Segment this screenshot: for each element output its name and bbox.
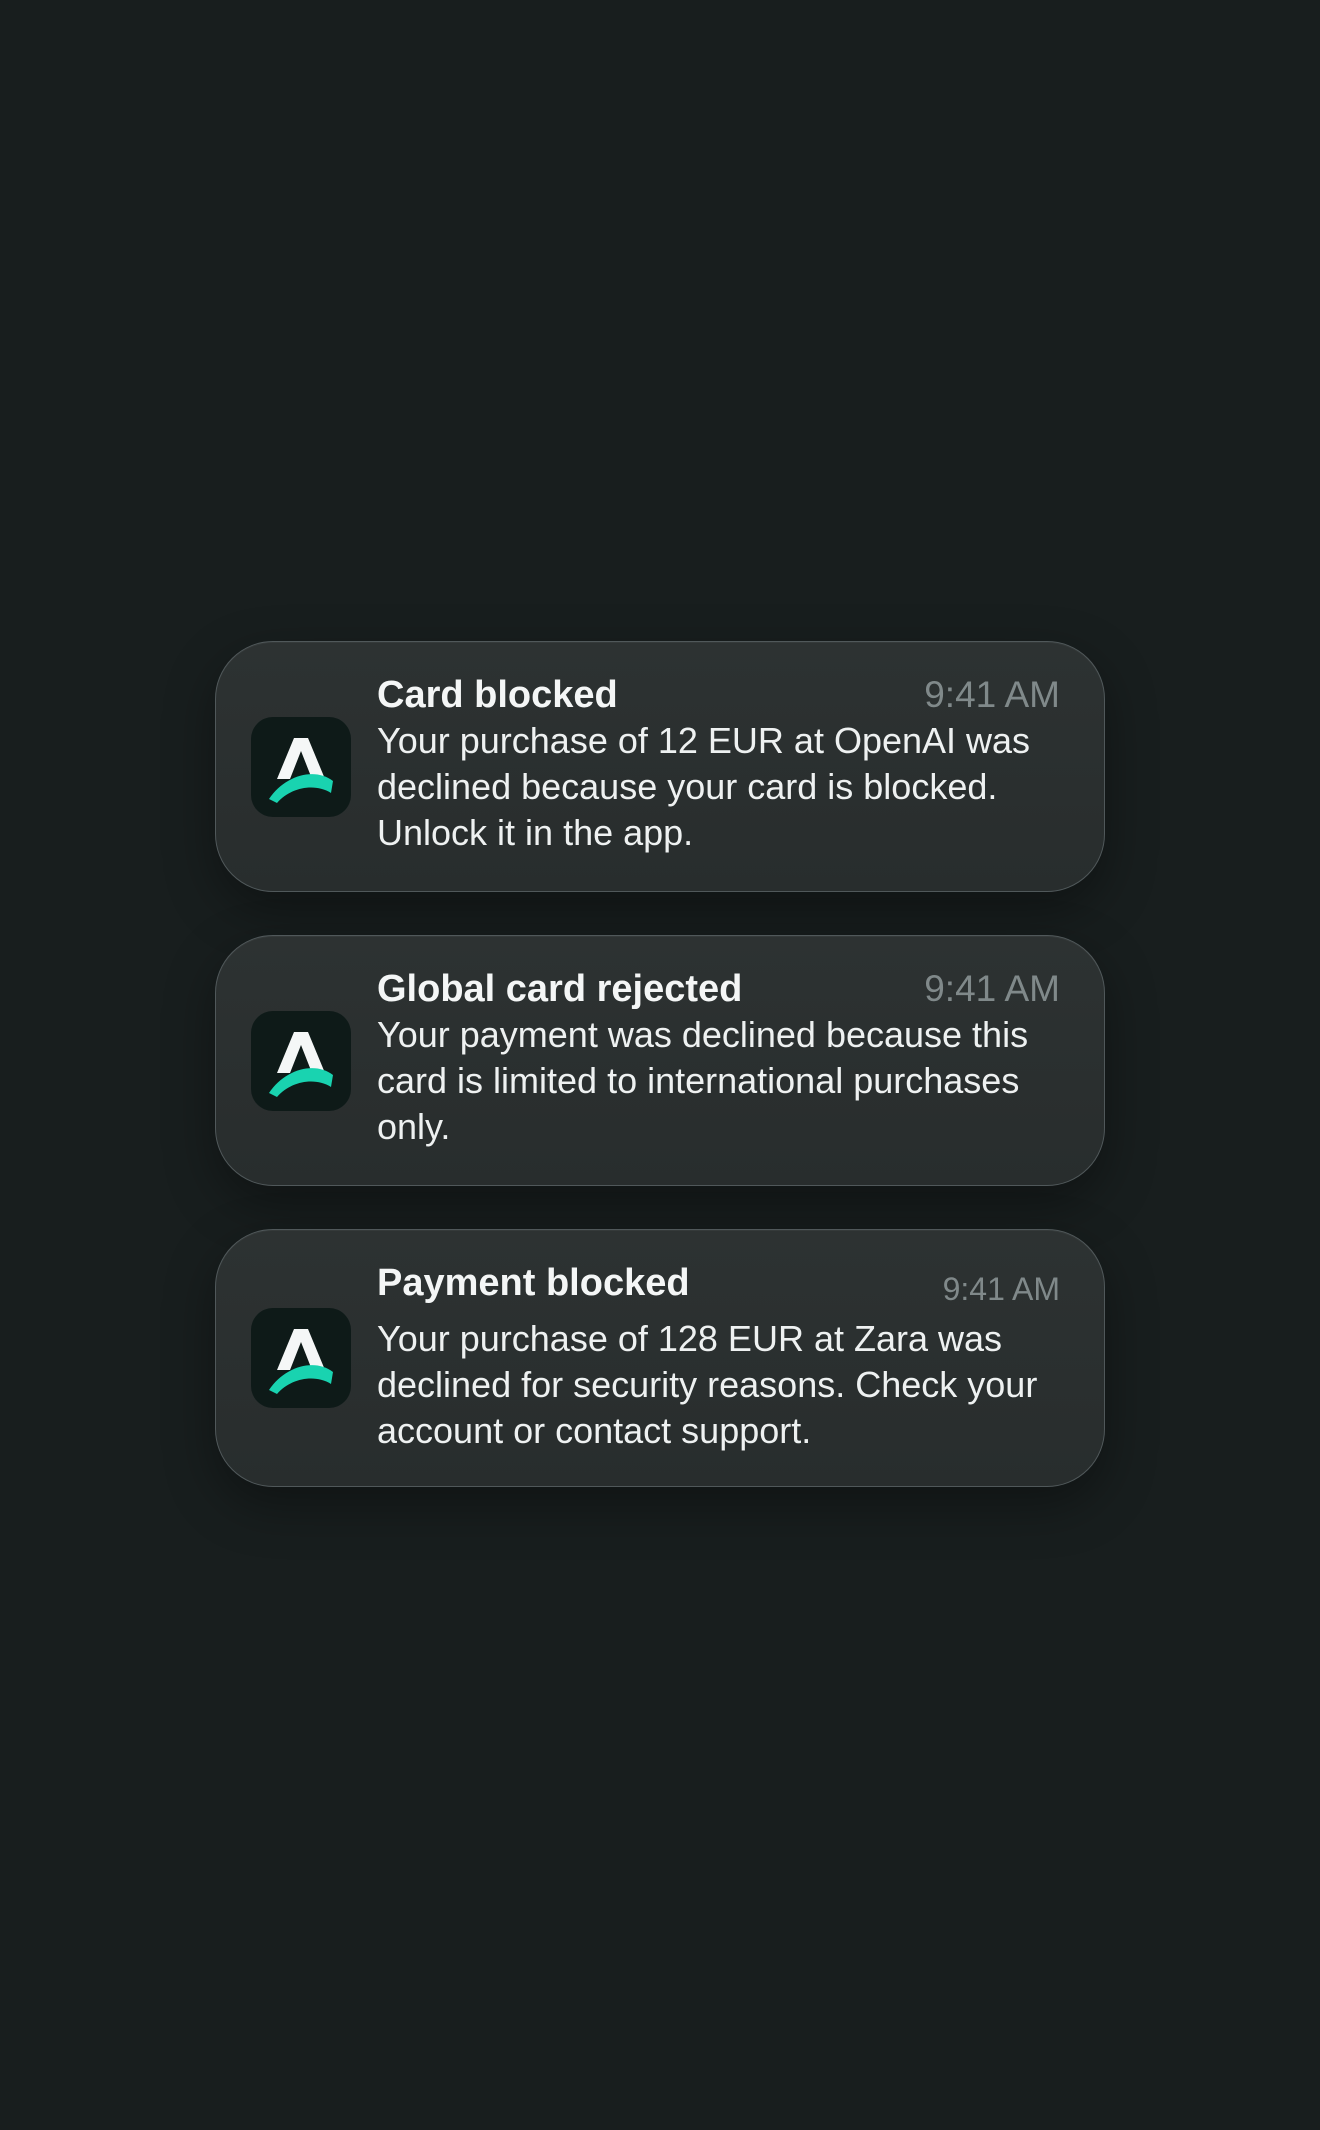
notification-global-card-rejected[interactable]: Global card rejected 9:41 AM Your paymen… xyxy=(215,935,1105,1186)
notification-title: Card blocked xyxy=(377,674,618,716)
notification-time: 9:41 AM xyxy=(924,968,1060,1009)
notification-time: 9:41 AM xyxy=(924,674,1060,715)
notification-time: 9:41 AM xyxy=(942,1271,1060,1307)
notification-title: Payment blocked xyxy=(377,1262,690,1304)
app-logo-a-icon xyxy=(251,717,351,817)
notification-body: Your purchase of 12 EUR at OpenAI was de… xyxy=(377,720,1031,853)
notification-body: Your purchase of 128 EUR at Zara was dec… xyxy=(377,1318,1038,1451)
app-logo-a-icon xyxy=(251,1011,351,1111)
notification-payment-blocked[interactable]: Payment blocked 9:41 AM Your purchase of… xyxy=(215,1229,1105,1487)
app-logo-a-icon xyxy=(251,1308,351,1408)
notification-body: Your payment was declined because this c… xyxy=(377,1014,1029,1147)
notification-title: Global card rejected xyxy=(377,968,743,1010)
notification-card-blocked[interactable]: Card blocked 9:41 AM Your purchase of 12… xyxy=(215,641,1105,892)
notification-stack: Card blocked 9:41 AM Your purchase of 12… xyxy=(215,641,1105,1530)
